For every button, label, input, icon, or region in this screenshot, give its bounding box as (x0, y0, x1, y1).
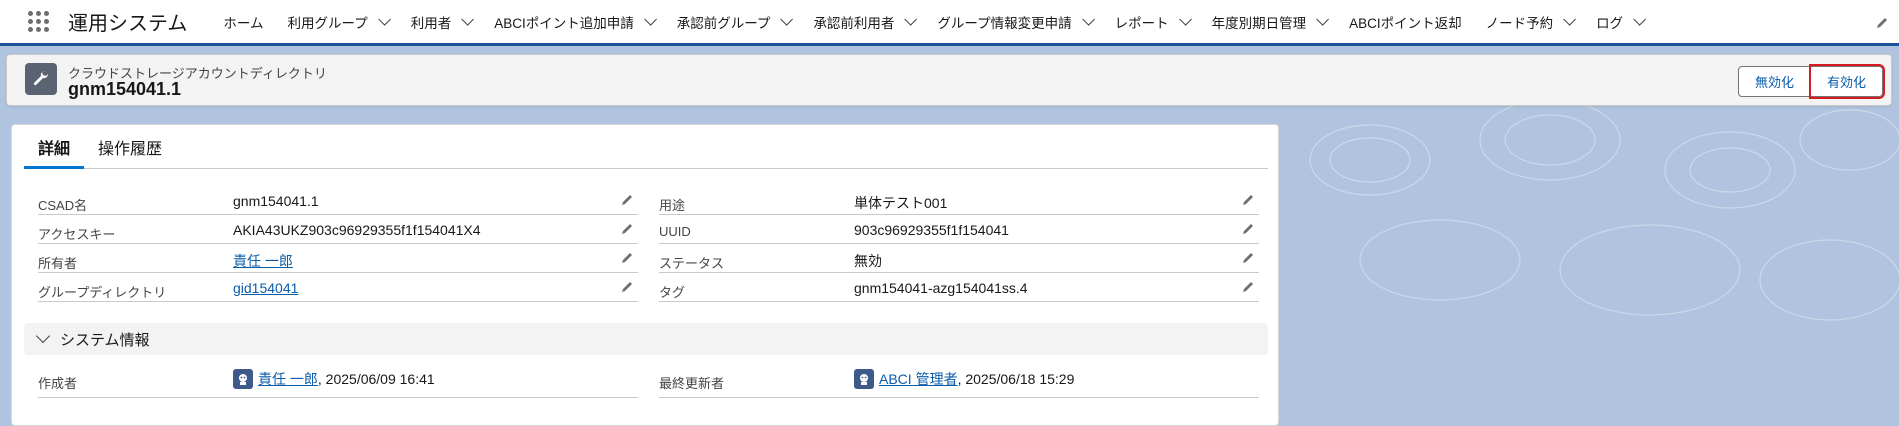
field-label: UUID (659, 224, 691, 239)
field-value: gnm154041-azg154041ss.4 (854, 280, 1028, 296)
pencil-icon[interactable] (1241, 193, 1255, 207)
chevron-down-icon (35, 328, 51, 344)
pencil-icon[interactable] (1241, 280, 1255, 294)
chevron-down-icon[interactable] (643, 13, 657, 26)
modified-by-user-link[interactable]: ABCI 管理者 (879, 369, 958, 389)
field-csad-name: CSAD名 gnm154041.1 (38, 187, 638, 215)
nav-item-label: ABCIポイント追加申請 (494, 15, 634, 31)
pencil-icon[interactable] (1241, 222, 1255, 236)
nav-item-label: 承認前利用者 (813, 15, 895, 31)
nav-item-label: ABCIポイント返却 (1349, 15, 1462, 31)
modified-date: , 2025/06/18 15:29 (957, 371, 1075, 387)
nav-item-home[interactable]: ホーム (211, 0, 275, 43)
chevron-down-icon[interactable] (461, 13, 475, 26)
nav-item-label: レポート (1114, 15, 1169, 31)
nav-item-label: 承認前グループ (676, 15, 771, 31)
record-title: gnm154041.1 (68, 79, 182, 99)
created-date: , 2025/06/09 16:41 (317, 371, 435, 387)
chevron-down-icon[interactable] (904, 13, 918, 26)
field-label: 作成者 (38, 376, 78, 391)
chevron-down-icon[interactable] (1563, 13, 1577, 26)
field-value: 無効 (854, 253, 882, 269)
pencil-icon[interactable] (620, 222, 634, 236)
field-tag: タグ gnm154041-azg154041ss.4 (659, 274, 1259, 302)
user-avatar-icon (233, 369, 253, 389)
nav-item-label: ホーム (223, 15, 264, 31)
field-group-directory: グループディレクトリ gid154041 (38, 274, 638, 302)
modified-by-value: ABCI 管理者 , 2025/06/18 15:29 (854, 369, 1074, 389)
field-created-by: 作成者 責任 一郎 , 2025/06/09 16:41 (38, 365, 638, 398)
background-pattern (1309, 100, 1899, 321)
field-label: 用途 (659, 198, 686, 213)
chevron-down-icon[interactable] (1316, 13, 1330, 26)
nav-item-reports[interactable]: レポート (1103, 0, 1200, 43)
user-avatar-icon (854, 369, 874, 389)
edit-nav-icon[interactable] (1875, 16, 1889, 30)
field-modified-by: 最終更新者 ABCI 管理者 , 2025/06/18 15:29 (659, 365, 1259, 398)
pencil-icon[interactable] (620, 280, 634, 294)
pencil-icon[interactable] (620, 251, 634, 265)
tab-bar: 詳細 操作履歴 (24, 139, 1268, 169)
nav-item-pending-groups[interactable]: 承認前グループ (665, 0, 802, 43)
chevron-down-icon[interactable] (1081, 13, 1095, 26)
nav-item-label: ログ (1596, 15, 1624, 31)
nav-item-pending-users[interactable]: 承認前利用者 (801, 0, 925, 43)
deactivate-button[interactable]: 無効化 (1737, 66, 1811, 97)
section-title: システム情報 (60, 331, 150, 349)
field-label: 所有者 (38, 256, 78, 271)
pencil-icon[interactable] (1241, 251, 1255, 265)
nav-item-fiscal-deadlines[interactable]: 年度別期日管理 (1200, 0, 1338, 43)
chevron-down-icon[interactable] (780, 13, 794, 26)
chevron-down-icon[interactable] (1633, 13, 1647, 26)
created-by-value: 責任 一郎 , 2025/06/09 16:41 (233, 369, 435, 389)
field-label: 最終更新者 (659, 376, 725, 391)
pencil-icon[interactable] (620, 193, 634, 207)
activate-button[interactable]: 有効化 (1808, 64, 1886, 99)
nav-item-point-request[interactable]: ABCIポイント追加申請 (482, 0, 665, 43)
field-label: ステータス (659, 256, 725, 271)
app-launcher-icon[interactable] (28, 10, 50, 33)
nav-item-label: 年度別期日管理 (1211, 15, 1307, 31)
group-directory-link[interactable]: gid154041 (233, 280, 298, 296)
field-uuid: UUID 903c96929355f1f154041 (659, 216, 1259, 244)
field-owner: 所有者 責任 一郎 (38, 245, 638, 273)
system-info-section-header[interactable]: システム情報 (24, 323, 1268, 355)
nav-item-label: 利用グループ (287, 15, 368, 31)
record-detail-card: 詳細 操作履歴 CSAD名 gnm154041.1 アクセスキー AKIA43U… (11, 124, 1279, 426)
app-name: 運用システム (68, 13, 188, 35)
field-label: グループディレクトリ (38, 285, 167, 300)
field-value: 903c96929355f1f154041 (854, 222, 1009, 238)
wrench-icon (25, 63, 57, 95)
nav-item-group-change[interactable]: グループ情報変更申請 (925, 0, 1102, 43)
tab-history[interactable]: 操作履歴 (84, 139, 176, 169)
record-header: クラウドストレージアカウントディレクトリ gnm154041.1 無効化 有効化 (6, 54, 1892, 106)
nav-item-node-reservation[interactable]: ノード予約 (1474, 0, 1585, 43)
field-access-key: アクセスキー AKIA43UKZ903c96929355f1f154041X4 (38, 216, 638, 244)
nav-item-users[interactable]: 利用者 (399, 0, 483, 43)
field-label: タグ (659, 285, 686, 300)
chevron-down-icon[interactable] (377, 13, 391, 26)
field-status: ステータス 無効 (659, 245, 1259, 273)
owner-link[interactable]: 責任 一郎 (233, 251, 293, 271)
field-label: CSAD名 (38, 198, 88, 213)
field-value: gnm154041.1 (233, 193, 319, 209)
field-purpose: 用途 単体テスト001 (659, 187, 1259, 215)
field-label: アクセスキー (38, 227, 116, 242)
field-value: AKIA43UKZ903c96929355f1f154041X4 (233, 222, 481, 238)
nav-item-label: ノード予約 (1485, 15, 1554, 31)
chevron-down-icon[interactable] (1178, 13, 1192, 26)
action-buttons: 無効化 有効化 (1737, 64, 1886, 99)
nav-item-logs[interactable]: ログ (1584, 0, 1654, 43)
field-value: 単体テスト001 (854, 195, 948, 211)
nav-item-groups[interactable]: 利用グループ (276, 0, 399, 43)
nav-item-label: 利用者 (410, 15, 452, 31)
nav-item-point-return[interactable]: ABCIポイント返却 (1337, 0, 1474, 43)
tab-detail[interactable]: 詳細 (24, 139, 85, 169)
nav-item-label: グループ情報変更申請 (937, 15, 1072, 31)
global-nav: 運用システム ホーム 利用グループ 利用者 ABCIポイント追加申請 承認前グル… (0, 0, 1899, 46)
created-by-user-link[interactable]: 責任 一郎 (258, 369, 318, 389)
